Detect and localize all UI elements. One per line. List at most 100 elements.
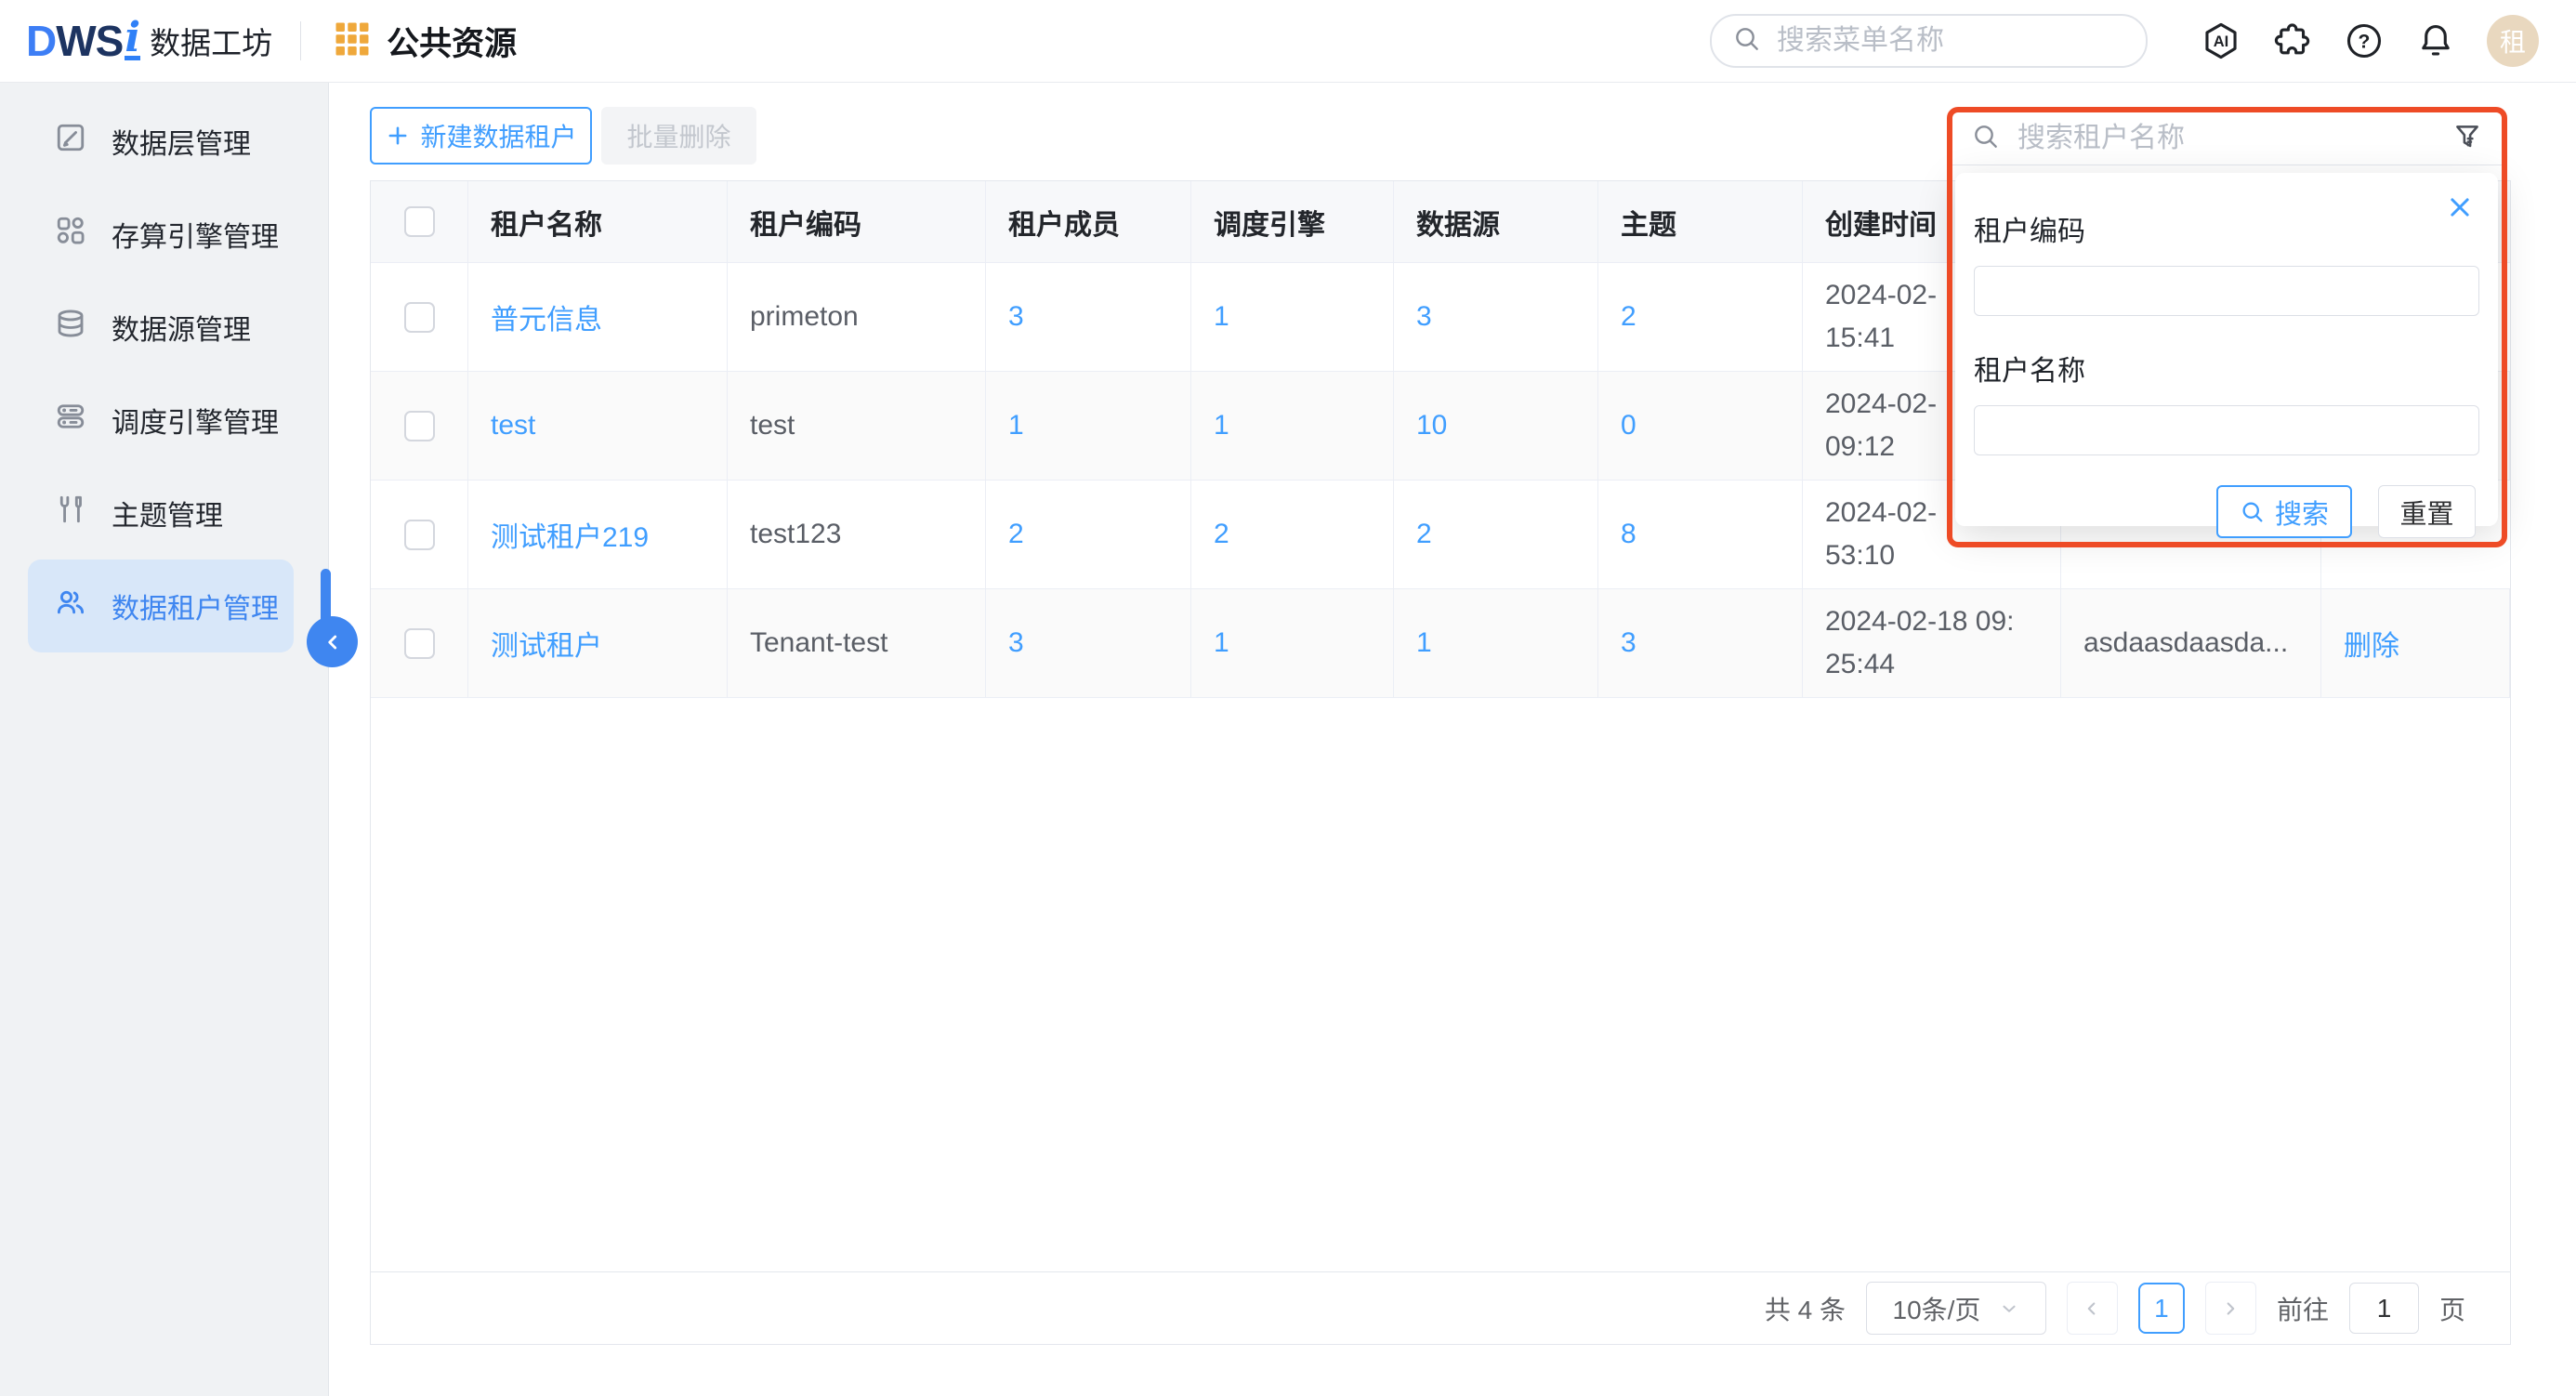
cell-members: 3 [986,589,1191,698]
sidebar-item-label: 数据租户管理 [112,586,279,626]
data-source-count-link[interactable]: 2 [1416,519,1432,550]
table-row-checkbox-cell [371,372,468,481]
app-logo: DWSi 数据工坊 [26,16,272,66]
col-header-members: 租户成员 [986,181,1191,263]
batch-delete-button[interactable]: 批量删除 [601,107,756,165]
table-row-checkbox-cell [371,589,468,698]
filter-icon[interactable] [2451,121,2483,157]
tenant-name-link[interactable]: test [491,410,535,441]
schedule-engine-count-link[interactable]: 2 [1214,519,1229,550]
cell-tenant-code: test123 [728,481,986,589]
schedule-engine-count-link[interactable]: 1 [1214,627,1229,659]
data-source-count-link[interactable]: 1 [1416,627,1432,659]
cell-tenant-name: 普元信息 [468,263,728,372]
page-size-value: 10条/页 [1893,1290,1981,1327]
ai-icon[interactable]: AI [2201,20,2241,61]
tenant-name-link[interactable]: 测试租户219 [491,514,649,555]
members-count-link[interactable]: 3 [1008,301,1024,333]
create-tenant-button[interactable]: 新建数据租户 [370,107,592,165]
search-icon [2240,499,2266,525]
data-source-icon [54,307,87,348]
tenant-name-input[interactable] [1974,405,2479,455]
sidebar-item-data-source[interactable]: 数据源管理 [28,281,294,374]
global-search[interactable] [1710,14,2148,68]
sidebar-collapse-button[interactable] [307,616,358,667]
tenant-code-input[interactable] [1974,266,2479,316]
goto-label: 前往 [2277,1290,2329,1327]
col-header-data-source: 数据源 [1394,181,1598,263]
sidebar: 数据层管理 存算引擎管理 数据源管理 调度引擎管理 主题管理 数据租户管理 [0,82,329,1396]
global-search-input[interactable] [1775,24,2138,58]
cell-theme: 2 [1598,263,1803,372]
theme-count-link[interactable]: 8 [1621,519,1636,550]
schedule-engine-icon [54,400,87,441]
bell-icon[interactable] [2415,20,2456,61]
filter-search-label: 搜索 [2275,493,2329,532]
delete-link[interactable]: 删除 [2344,623,2399,664]
theme-count-link[interactable]: 2 [1621,301,1636,333]
sidebar-item-data-tenant[interactable]: 数据租户管理 [28,560,294,652]
row-checkbox[interactable] [404,302,435,333]
cell-tenant-code: test [728,372,986,481]
sidebar-item-theme[interactable]: 主题管理 [28,467,294,560]
tenant-name-link[interactable]: 测试租户 [491,623,602,664]
row-checkbox[interactable] [404,520,435,550]
page-unit-label: 页 [2439,1290,2465,1327]
schedule-engine-count-link[interactable]: 1 [1214,301,1229,333]
theme-count-link[interactable]: 0 [1621,410,1636,441]
tenant-filter-panel: 租户编码 租户名称 搜索 重置 [1955,173,2498,526]
chevron-left-icon [2082,1298,2102,1319]
data-source-count-link[interactable]: 10 [1416,410,1447,441]
select-all-checkbox[interactable] [404,206,435,237]
created-line2: 15:41 [1825,317,1895,360]
cell-theme: 3 [1598,589,1803,698]
tenant-icon [54,586,87,626]
avatar[interactable]: 租 [2487,15,2539,67]
tenant-search-input[interactable] [2016,122,2437,155]
chevron-right-icon [2220,1298,2241,1319]
close-icon[interactable] [2446,193,2474,226]
cell-schedule-engine: 1 [1191,263,1394,372]
row-checkbox[interactable] [404,411,435,441]
sidebar-item-storage-compute-engine[interactable]: 存算引擎管理 [28,188,294,281]
data-source-count-link[interactable]: 3 [1416,301,1432,333]
filter-reset-label: 重置 [2399,493,2453,532]
schedule-engine-count-link[interactable]: 1 [1214,410,1229,441]
sidebar-item-label: 调度引擎管理 [112,400,279,441]
cell-data-source: 1 [1394,589,1598,698]
pagination: 共 4 条 10条/页 1 前往 页 [371,1271,2510,1344]
chevron-down-icon [1999,1298,2019,1319]
cell-tenant-code: Tenant-test [728,589,986,698]
tenant-name-link[interactable]: 普元信息 [491,296,602,337]
col-header-schedule-engine: 调度引擎 [1191,181,1394,263]
page-number-button[interactable]: 1 [2138,1283,2185,1334]
module-switcher[interactable]: 公共资源 [333,18,517,65]
cell-tenant-code: primeton [728,263,986,372]
plugin-icon[interactable] [2272,20,2313,61]
sidebar-item-label: 主题管理 [112,493,223,533]
filter-reset-button[interactable]: 重置 [2378,485,2476,538]
row-checkbox[interactable] [404,628,435,659]
members-count-link[interactable]: 3 [1008,627,1024,659]
tenant-code-label: 租户编码 [1974,208,2479,249]
plus-icon [385,123,411,149]
theme-count-link[interactable]: 3 [1621,627,1636,659]
members-count-link[interactable]: 1 [1008,410,1024,441]
goto-page-input[interactable] [2349,1283,2419,1334]
cell-schedule-engine: 1 [1191,589,1394,698]
module-grid-icon [333,20,372,63]
batch-delete-label: 批量删除 [626,117,730,154]
created-line2: 25:44 [1825,643,1895,686]
filter-search-button[interactable]: 搜索 [2216,485,2352,538]
svg-text:?: ? [2359,32,2371,53]
members-count-link[interactable]: 2 [1008,519,1024,550]
sidebar-item-schedule-engine[interactable]: 调度引擎管理 [28,374,294,467]
page-size-select[interactable]: 10条/页 [1866,1282,2046,1335]
next-page-button[interactable] [2205,1282,2256,1335]
cell-action: 删除 [2321,589,2510,698]
tenant-search-bar[interactable] [1952,112,2502,165]
filter-actions: 搜索 重置 [1974,485,2479,538]
prev-page-button[interactable] [2067,1282,2118,1335]
sidebar-item-data-layer[interactable]: 数据层管理 [28,95,294,188]
help-icon[interactable]: ? [2344,20,2385,61]
